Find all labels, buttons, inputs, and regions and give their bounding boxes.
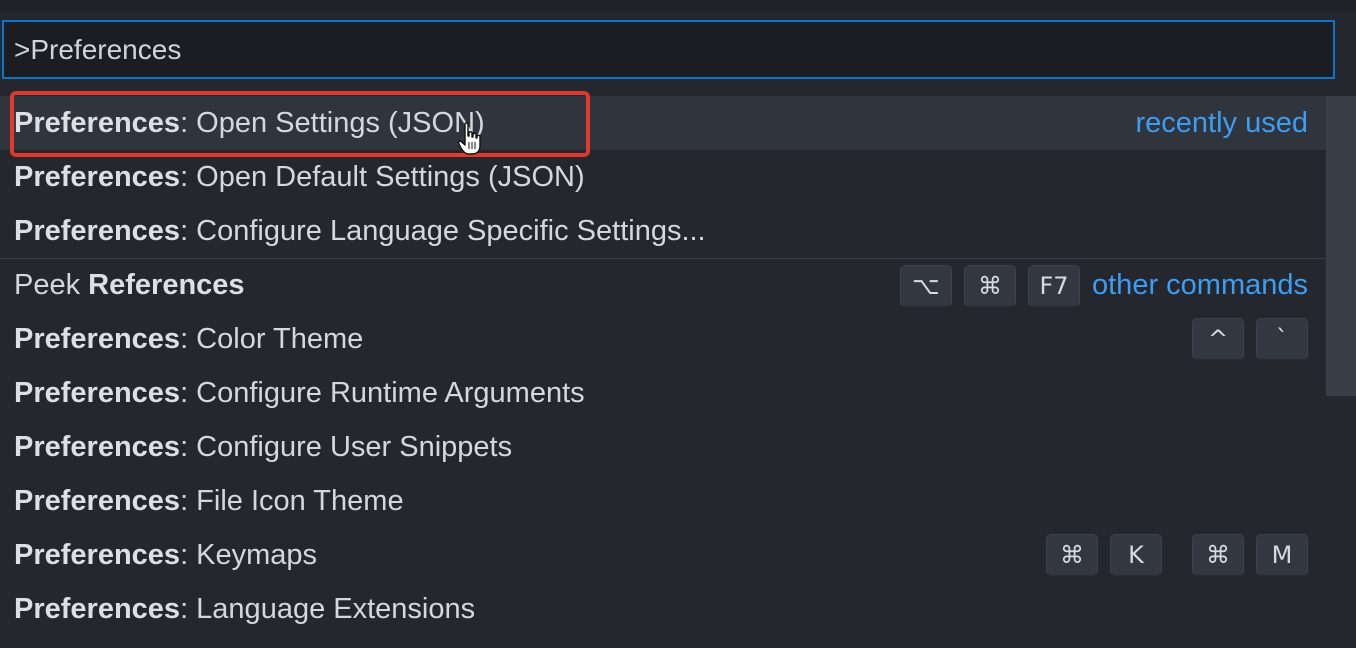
other-commands-hint: other commands (1092, 269, 1308, 301)
item-label: Preferences: Keymaps (14, 538, 318, 571)
list-item-color-theme[interactable]: Preferences: Color Theme ^ ` (0, 312, 1326, 366)
list-item-configure-user-snippets[interactable]: Preferences: Configure User Snippets (0, 420, 1326, 474)
item-meta: ⌥ ⌘ F7 other commands (900, 259, 1308, 312)
list-item-keymaps[interactable]: Preferences: Keymaps ⌘ K ⌘ M (0, 528, 1326, 582)
command-input-container (2, 20, 1335, 79)
keybinding-ctrl-key: ^ (1192, 318, 1244, 360)
list-item-configure-language-specific-settings[interactable]: Preferences: Configure Language Specific… (0, 204, 1326, 258)
list-scrollbar[interactable] (1326, 96, 1356, 396)
list-item-open-default-settings-json[interactable]: Preferences: Open Default Settings (JSON… (0, 150, 1326, 204)
item-label: Preferences: Configure Language Specific… (14, 214, 706, 247)
list-item-peek-references[interactable]: Peek References ⌥ ⌘ F7 other commands (0, 258, 1326, 312)
item-label: Peek References (14, 269, 245, 301)
keybinding-f7-key: F7 (1028, 264, 1080, 307)
keybinding-command-key: ⌘ (964, 264, 1016, 307)
item-label: Preferences: Open Default Settings (JSON… (14, 160, 585, 193)
item-meta: recently used (1136, 96, 1309, 150)
list-item-file-icon-theme[interactable]: Preferences: File Icon Theme (0, 474, 1326, 528)
item-label: Preferences: Open Settings (JSON) (14, 106, 485, 139)
item-meta: ⌘ K ⌘ M (1046, 528, 1308, 582)
keybinding-command-key: ⌘ (1192, 534, 1244, 576)
item-label: Preferences: Color Theme (14, 322, 364, 355)
list-item-configure-runtime-arguments[interactable]: Preferences: Configure Runtime Arguments (0, 366, 1326, 420)
recently-used-hint: recently used (1135, 106, 1309, 139)
list-item-language-extensions[interactable]: Preferences: Language Extensions (0, 582, 1326, 636)
list-item-open-settings-json[interactable]: Preferences: Open Settings (JSON) recent… (0, 96, 1326, 150)
hand-pointer-icon (458, 122, 481, 155)
keybinding-command-key: ⌘ (1046, 534, 1098, 576)
item-label: Preferences: Language Extensions (14, 592, 476, 625)
keybinding-k-key: K (1110, 534, 1162, 576)
keybinding-backtick-key: ` (1256, 318, 1308, 360)
item-label: Preferences: Configure User Snippets (14, 430, 513, 463)
command-search-input[interactable] (4, 22, 1333, 77)
item-label: Preferences: Configure Runtime Arguments (14, 376, 585, 409)
keybinding-option-key: ⌥ (900, 264, 952, 307)
command-palette: Preferences: Open Settings (JSON) recent… (0, 0, 1356, 648)
keybinding-m-key: M (1256, 534, 1308, 576)
command-list: Preferences: Open Settings (JSON) recent… (0, 96, 1326, 636)
title-strip (0, 0, 1356, 12)
item-meta: ^ ` (1192, 312, 1308, 366)
item-label: Preferences: File Icon Theme (14, 484, 404, 517)
